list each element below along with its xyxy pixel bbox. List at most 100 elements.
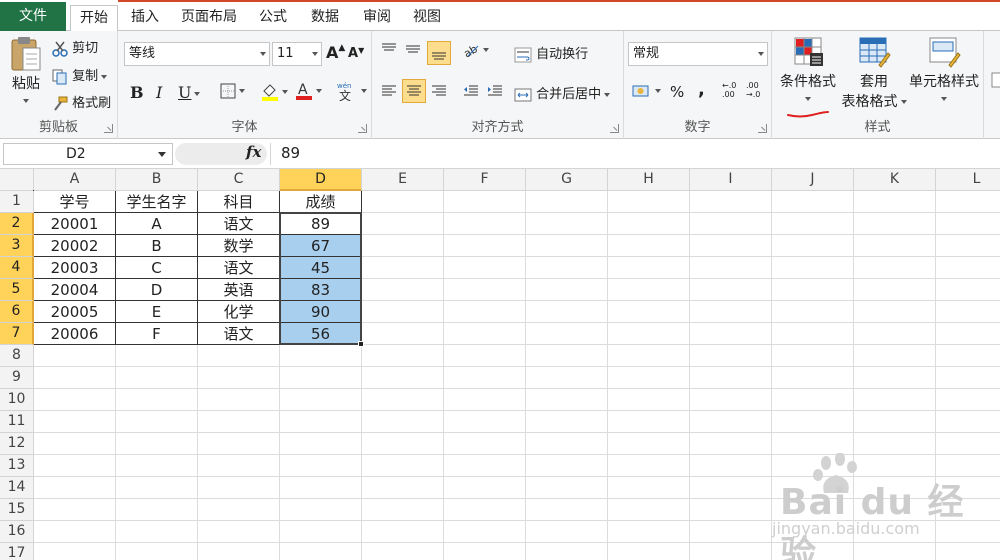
row-header-6[interactable]: 6	[0, 301, 34, 323]
percent-button[interactable]: %	[670, 83, 684, 101]
row-header-17[interactable]: 17	[0, 543, 34, 560]
grow-font-button[interactable]: A▲	[326, 43, 345, 62]
tab-file[interactable]: 文件	[0, 2, 66, 31]
format-as-table-button[interactable]: 套用 表格格式	[838, 35, 910, 111]
column-header-b[interactable]: B	[116, 169, 198, 191]
tab-review[interactable]: 审阅	[354, 5, 400, 31]
number-launcher-icon[interactable]	[758, 124, 767, 133]
row-header-13[interactable]: 13	[0, 455, 34, 477]
font-color-button[interactable]: A	[295, 81, 322, 101]
font-launcher-icon[interactable]	[358, 124, 367, 133]
table-cell[interactable]: D	[116, 279, 197, 300]
shrink-font-button[interactable]: A▼	[348, 46, 364, 61]
align-left-button[interactable]	[380, 83, 398, 99]
table-cell[interactable]: A	[116, 213, 197, 234]
column-header-d[interactable]: D	[280, 169, 362, 191]
font-name-select[interactable]: 等线	[124, 42, 270, 66]
table-cell[interactable]: 语文	[198, 213, 279, 234]
orientation-button[interactable]: ab	[462, 42, 489, 58]
align-bottom-button[interactable]	[427, 41, 451, 65]
table-cell[interactable]: 20006	[34, 323, 115, 344]
table-cell[interactable]: 20005	[34, 301, 115, 322]
column-header-c[interactable]: C	[198, 169, 280, 191]
table-cell[interactable]: 20004	[34, 279, 115, 300]
row-header-11[interactable]: 11	[0, 411, 34, 433]
column-header-h[interactable]: H	[608, 169, 690, 191]
table-cell[interactable]: 20003	[34, 257, 115, 278]
cell-styles-button[interactable]: 单元格样式	[908, 35, 980, 106]
column-header-k[interactable]: K	[854, 169, 936, 191]
row-header-16[interactable]: 16	[0, 521, 34, 543]
cut-button[interactable]: 剪切	[52, 37, 98, 57]
copy-button[interactable]: 复制	[52, 65, 108, 85]
table-cell[interactable]: 化学	[198, 301, 279, 322]
table-cell[interactable]: F	[116, 323, 197, 344]
increase-decimal-button[interactable]: ←.0.00	[722, 81, 736, 99]
fill-color-button[interactable]	[261, 83, 288, 101]
table-header-cell[interactable]: 学号	[34, 191, 115, 212]
decrease-indent-button[interactable]	[462, 83, 480, 99]
comma-style-button[interactable]: ,	[698, 79, 705, 100]
row-header-14[interactable]: 14	[0, 477, 34, 499]
tab-formulas[interactable]: 公式	[250, 5, 296, 31]
column-header-a[interactable]: A	[34, 169, 116, 191]
decrease-decimal-button[interactable]: .00 →.0	[746, 81, 760, 99]
row-header-4[interactable]: 4	[0, 257, 34, 279]
column-header-f[interactable]: F	[444, 169, 526, 191]
alignment-launcher-icon[interactable]	[610, 124, 619, 133]
underline-button[interactable]: U	[178, 83, 201, 102]
column-header-l[interactable]: L	[936, 169, 1000, 191]
wrap-text-button[interactable]: 自动换行	[514, 43, 588, 63]
merge-center-button[interactable]: 合并后居中	[514, 83, 611, 103]
table-cell[interactable]: 英语	[198, 279, 279, 300]
table-cell[interactable]: 语文	[198, 257, 279, 278]
bold-button[interactable]: B	[130, 83, 144, 102]
phonetic-button[interactable]: wén 文	[336, 81, 367, 101]
column-header-i[interactable]: I	[690, 169, 772, 191]
tab-view[interactable]: 视图	[404, 5, 450, 31]
align-center-button[interactable]	[402, 79, 426, 103]
format-painter-button[interactable]: 格式刷	[52, 92, 111, 112]
number-format-select[interactable]: 常规	[628, 42, 768, 66]
tab-insert[interactable]: 插入	[122, 5, 168, 31]
table-cell[interactable]: 20001	[34, 213, 115, 234]
column-header-g[interactable]: G	[526, 169, 608, 191]
table-cell[interactable]: 语文	[198, 323, 279, 344]
table-header-cell[interactable]: 学生名字	[116, 191, 197, 212]
insert-function-icon[interactable]: fx	[246, 143, 261, 161]
align-middle-button[interactable]	[404, 41, 422, 57]
insert-cells-button-partial[interactable]	[990, 71, 1000, 91]
italic-button[interactable]: I	[156, 83, 162, 102]
column-header-e[interactable]: E	[362, 169, 444, 191]
row-header-8[interactable]: 8	[0, 345, 34, 367]
tab-data[interactable]: 数据	[302, 5, 348, 31]
paste-button[interactable]: 粘贴	[4, 35, 48, 111]
row-header-5[interactable]: 5	[0, 279, 34, 301]
row-header-1[interactable]: 1	[0, 191, 34, 213]
formula-input[interactable]: 89	[270, 143, 1000, 165]
name-box[interactable]: D2	[3, 143, 173, 165]
tab-page-layout[interactable]: 页面布局	[172, 5, 246, 31]
row-header-12[interactable]: 12	[0, 433, 34, 455]
column-header-j[interactable]: J	[772, 169, 854, 191]
row-header-15[interactable]: 15	[0, 499, 34, 521]
row-header-9[interactable]: 9	[0, 367, 34, 389]
select-all-corner[interactable]	[0, 169, 34, 191]
increase-indent-button[interactable]	[486, 83, 504, 99]
row-header-3[interactable]: 3	[0, 235, 34, 257]
table-cell[interactable]: E	[116, 301, 197, 322]
table-header-cell[interactable]: 成绩	[280, 191, 361, 212]
font-size-select[interactable]: 11	[272, 42, 322, 66]
row-header-10[interactable]: 10	[0, 389, 34, 411]
fill-handle[interactable]	[358, 341, 364, 347]
row-header-7[interactable]: 7	[0, 323, 34, 345]
table-cell[interactable]: B	[116, 235, 197, 256]
table-cell[interactable]: 20002	[34, 235, 115, 256]
table-header-cell[interactable]: 科目	[198, 191, 279, 212]
conditional-format-button[interactable]: 条件格式	[776, 35, 840, 106]
table-cell[interactable]: 数学	[198, 235, 279, 256]
align-right-button[interactable]	[430, 83, 448, 99]
table-cell[interactable]: C	[116, 257, 197, 278]
accounting-format-button[interactable]	[632, 83, 661, 99]
clipboard-launcher-icon[interactable]	[104, 124, 113, 133]
